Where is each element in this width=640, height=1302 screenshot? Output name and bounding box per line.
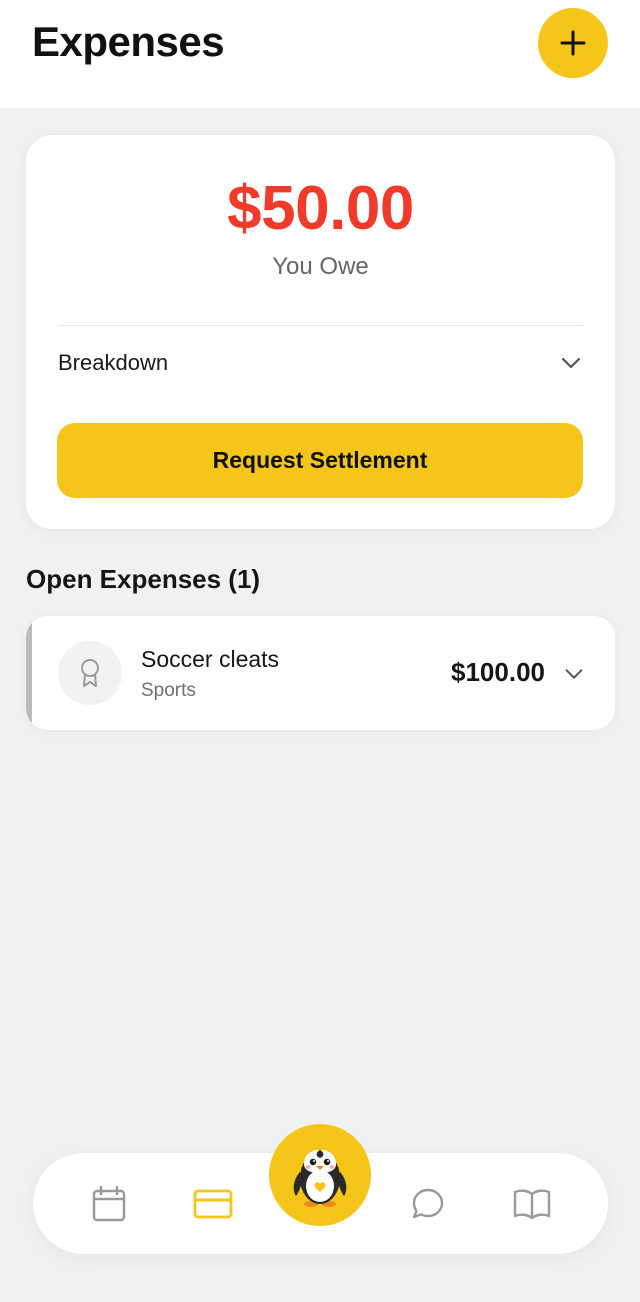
add-expense-button[interactable] bbox=[538, 8, 608, 78]
open-book-icon bbox=[513, 1188, 551, 1219]
breakdown-toggle[interactable]: Breakdown bbox=[58, 340, 583, 386]
plus-icon bbox=[560, 30, 586, 56]
request-settlement-button[interactable]: Request Settlement bbox=[57, 423, 583, 498]
expenses-screen: Expenses $50.00 You Owe Breakdown Reques… bbox=[0, 0, 640, 1302]
breakdown-label: Breakdown bbox=[58, 350, 169, 375]
header: Expenses bbox=[0, 0, 640, 108]
calendar-icon bbox=[92, 1185, 126, 1221]
expense-list-item[interactable]: Soccer cleats Sports $100.00 bbox=[26, 616, 615, 730]
owed-amount-label: You Owe bbox=[272, 253, 369, 280]
chevron-down-icon bbox=[561, 357, 581, 369]
expense-category: Sports bbox=[141, 680, 196, 701]
expense-amount: $100.00 bbox=[451, 657, 545, 687]
nav-item-calendar[interactable] bbox=[69, 1153, 149, 1254]
card-divider bbox=[58, 325, 583, 326]
credit-card-icon bbox=[193, 1189, 233, 1218]
page-title: Expenses bbox=[32, 18, 225, 65]
balance-summary-card: $50.00 You Owe Breakdown Request Settlem… bbox=[26, 135, 615, 529]
expense-category-icon bbox=[58, 641, 122, 705]
open-expenses-title: Open Expenses (1) bbox=[26, 564, 261, 594]
expense-status-accent bbox=[26, 616, 32, 730]
owed-amount: $50.00 bbox=[227, 174, 414, 243]
award-ribbon-icon bbox=[81, 659, 99, 687]
nav-item-messages[interactable] bbox=[388, 1153, 468, 1254]
nav-item-home[interactable] bbox=[269, 1124, 371, 1226]
chevron-down-icon[interactable] bbox=[563, 663, 585, 685]
nav-item-expenses[interactable] bbox=[173, 1153, 253, 1254]
penguin-mascot-icon bbox=[293, 1150, 347, 1207]
chat-bubble-icon bbox=[412, 1188, 444, 1218]
nav-item-resources[interactable] bbox=[492, 1153, 572, 1254]
expense-name: Soccer cleats bbox=[141, 646, 280, 672]
